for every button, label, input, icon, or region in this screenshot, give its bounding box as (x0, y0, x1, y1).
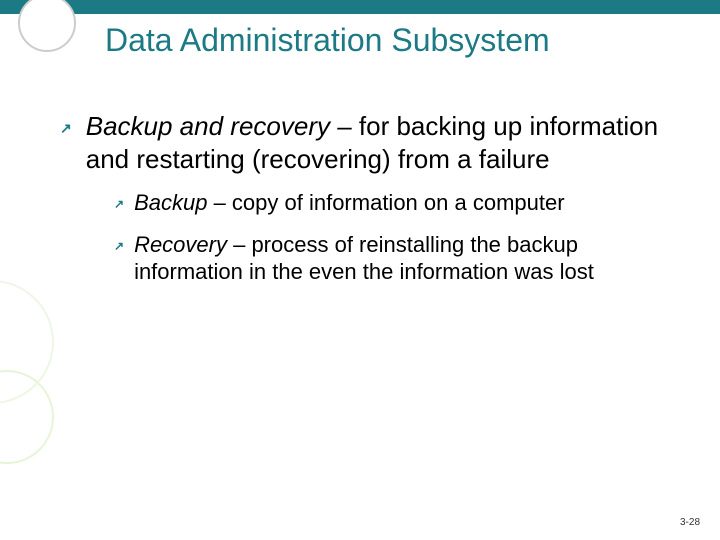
term: Recovery (134, 232, 227, 257)
term: Backup (134, 190, 207, 215)
sub-bullet: ↗ Backup – copy of information on a comp… (114, 189, 670, 217)
deco-circle-icon (0, 280, 54, 404)
arrow-icon: ↗ (114, 197, 124, 212)
slide-title: Data Administration Subsystem (105, 22, 550, 59)
body-content: ↗ Backup and recovery – for backing up i… (60, 110, 670, 300)
term: Backup and recovery (86, 111, 330, 141)
sub-list: ↗ Backup – copy of information on a comp… (114, 189, 670, 286)
bullet-text: Backup – copy of information on a comput… (134, 189, 670, 217)
corner-circle (18, 0, 76, 52)
arrow-icon: ↗ (114, 239, 124, 254)
slide: Data Administration Subsystem ↗ Backup a… (0, 0, 720, 540)
bullet-text: Recovery – process of reinstalling the b… (134, 231, 670, 286)
page-number: 3-28 (680, 517, 700, 528)
top-bar (0, 0, 720, 14)
bullet-text: Backup and recovery – for backing up inf… (86, 110, 670, 175)
desc: – copy of information on a computer (207, 190, 564, 215)
sub-bullet: ↗ Recovery – process of reinstalling the… (114, 231, 670, 286)
arrow-icon: ↗ (60, 120, 72, 138)
bullet-main: ↗ Backup and recovery – for backing up i… (60, 110, 670, 175)
